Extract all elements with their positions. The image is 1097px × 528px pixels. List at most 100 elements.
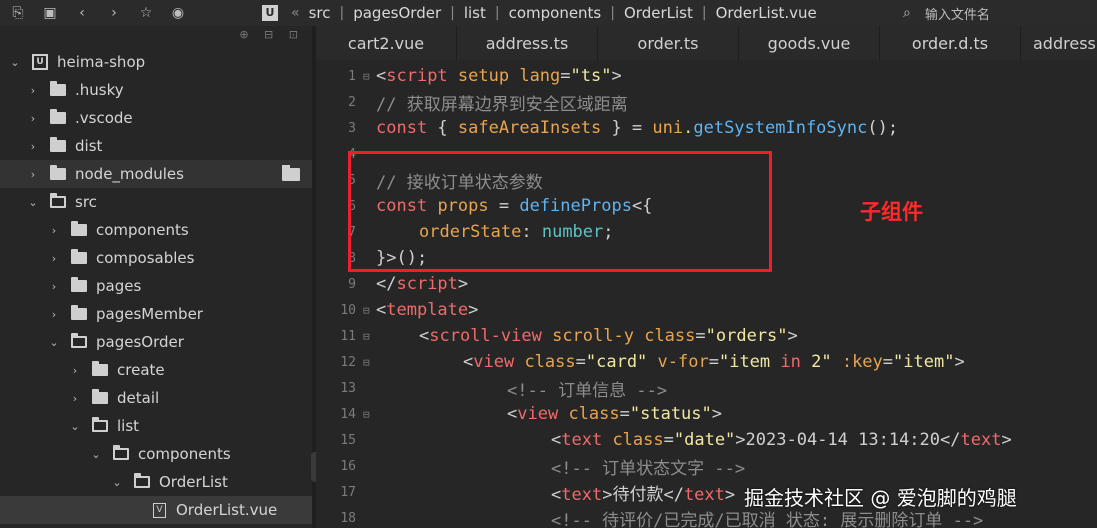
star-icon[interactable]: ☆ [136,3,156,23]
explorer-icon[interactable]: ⎘ [8,3,28,23]
code-line: 1 ⊟ <script setup lang="ts"> [316,63,1097,89]
folder-icon [50,109,66,124]
forward-icon[interactable]: › [104,3,124,23]
tree-item-label: .husky [75,81,124,99]
code-line: 14 ⊟ <view class="status"> [316,401,1097,427]
tree-item[interactable]: › pagesMember [0,300,312,328]
code-line: 10 ⊟ <template> [316,297,1097,323]
code-text: const { safeAreaInsets } = uni.getSystem… [376,118,899,138]
save-icon[interactable]: ▣ [40,3,60,23]
breadcrumb-separator: | [450,5,455,21]
tree-item-label: pagesOrder [96,333,184,351]
tree-item[interactable]: › .husky [0,76,312,104]
tree-item-label: components [96,221,189,239]
folder-open-icon [50,193,66,208]
fold-icon[interactable]: ⊟ [363,70,370,83]
breadcrumb-item[interactable]: list [464,4,486,22]
code-line: 16 <!-- 订单状态文字 --> [316,453,1097,479]
tree-item-label: OrderList.vue [176,501,278,519]
tree-item-label: src [75,193,97,211]
line-number: 10 [340,302,356,318]
tree-item[interactable]: ⌄ list [0,412,312,440]
code-text: <text class="date">2023-04-14 13:14:20</… [551,430,1012,450]
code-text: <script setup lang="ts"> [376,66,622,86]
folder-icon [92,389,108,404]
tree-item[interactable]: › dist [0,132,312,160]
folder-open-icon [134,473,150,488]
tree-item[interactable]: ⌄ src [0,188,312,216]
code-text: <text>待付款</text> [551,484,736,505]
chevron-right-icon: › [30,167,36,181]
line-number: 9 [348,276,356,292]
tree-item-label: node_modules [75,165,184,183]
file-search-input[interactable]: ⌕ 输入文件名 [903,0,990,26]
line-number: 18 [340,510,356,526]
run-icon[interactable]: ◉ [168,3,188,23]
tree-item[interactable]: › .vscode [0,104,312,132]
breadcrumb-item[interactable]: components [509,4,602,22]
open-folder-icon[interactable] [282,165,300,181]
fold-icon[interactable]: ⊟ [363,304,370,317]
code-comment: // 获取屏幕边界到安全区域距离 [376,94,628,115]
chevron-down-icon: ⌄ [28,195,38,209]
code-line: 12 ⊟ <view class="card" v-for="item in 2… [316,349,1097,375]
line-number: 14 [340,406,356,422]
editor-tabs: cart2.vue address.ts order.ts goods.vue … [316,26,1097,60]
folder-icon [50,81,66,96]
breadcrumb-separator: | [701,5,707,21]
tree-item-label: heima-shop [57,53,146,71]
code-comment: <!-- 订单信息 --> [507,380,668,401]
tab[interactable]: goods.vue [739,26,880,60]
tree-item-selected[interactable]: V OrderList.vue [0,496,312,524]
fold-icon[interactable]: ⊟ [363,356,370,369]
tree-item[interactable]: ⌄ components [0,440,312,468]
tree-item[interactable]: › create [0,356,312,384]
folder-icon [71,221,87,236]
project-logo-icon: U [262,5,278,21]
line-number: 2 [348,94,356,110]
chevron-down-icon: ⌄ [112,475,122,489]
tree-item-label: composables [96,249,195,267]
back-icon[interactable]: ‹ [72,3,92,23]
tab[interactable]: order.ts [598,26,739,60]
chevron-right-icon: › [30,83,36,97]
tree-item[interactable]: › detail [0,384,312,412]
annotation-label: 子组件 [860,200,923,224]
folder-open-icon [92,417,108,432]
line-number: 12 [340,354,356,370]
fold-icon[interactable]: ⊟ [363,330,370,343]
tree-item[interactable]: › pages [0,272,312,300]
breadcrumb-item-current[interactable]: OrderList.vue [716,4,817,22]
tree-item[interactable]: › components [0,216,312,244]
tree-item-project[interactable]: ⌄ U heima-shop [0,48,312,76]
breadcrumb-item[interactable]: pagesOrder [353,4,441,22]
tab[interactable]: order.d.ts [880,26,1021,60]
code-text: <template> [376,300,479,320]
code-editor[interactable]: 1 ⊟ <script setup lang="ts"> 2 // 获取屏幕边界… [316,60,1097,528]
tree-item[interactable]: › node_modules [0,160,312,188]
fold-icon[interactable]: ⊟ [363,408,370,421]
tree-item-label: create [117,361,165,379]
chevron-right-icon: › [51,223,57,237]
tree-item[interactable]: ⌄ pagesOrder [0,328,312,356]
tree-item[interactable]: ⌄ OrderList [0,468,312,496]
file-explorer: ⊕ ⊟ ⊡ ⌄ U heima-shop › .husky › .vscode … [0,26,312,528]
tab[interactable]: cart2.vue [316,26,457,60]
breadcrumb-item[interactable]: OrderList [624,4,693,22]
breadcrumb-separator: | [339,5,345,21]
explorer-tools-icon[interactable]: ⊕ ⊟ ⊡ [239,28,304,41]
search-icon: ⌕ [903,5,911,21]
tree-item-label: pagesMember [96,305,203,323]
breadcrumb-item[interactable]: src [309,4,331,22]
code-comment: <!-- 订单状态文字 --> [551,458,746,479]
tree-item[interactable]: › composables [0,244,312,272]
line-number: 1 [348,68,356,84]
tree-item-label: components [138,445,231,463]
chevron-down-icon: ⌄ [10,55,20,69]
folder-icon [50,137,66,152]
breadcrumb-separator: | [610,5,615,21]
chevron-down-icon: ⌄ [70,419,80,433]
tab[interactable]: address [1021,26,1097,60]
code-text: <view class="card" v-for="item in 2" :ke… [463,352,965,372]
tab[interactable]: address.ts [457,26,598,60]
